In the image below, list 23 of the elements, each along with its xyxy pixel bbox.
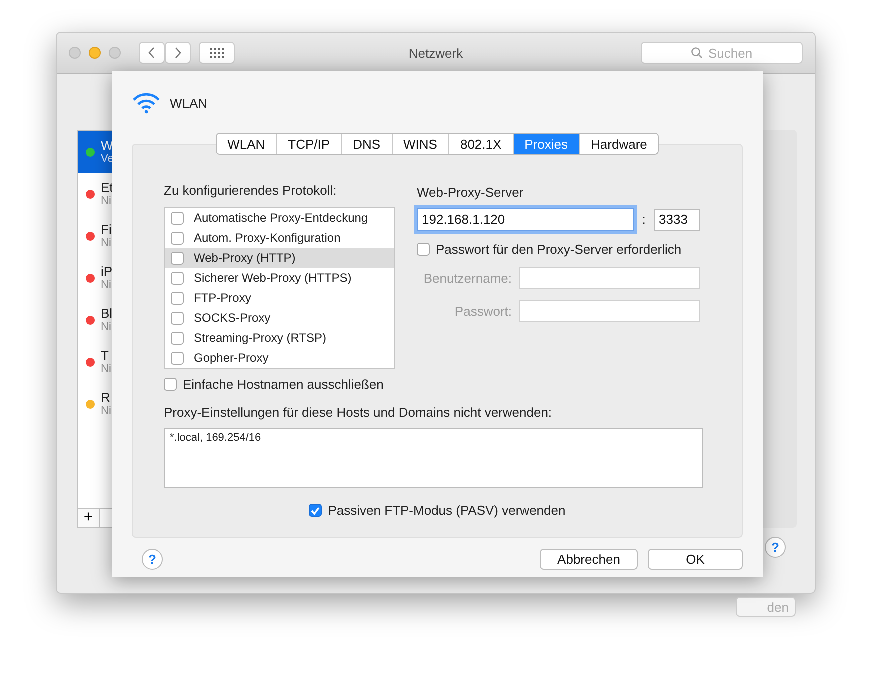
- checkbox-label: Passwort für den Proxy-Server erforderlich: [436, 242, 682, 257]
- checkbox-label: Einfache Hostnamen ausschließen: [183, 377, 384, 392]
- service-name: Bl: [101, 306, 113, 321]
- service-name: R: [101, 390, 112, 405]
- sheet-title: WLAN: [170, 96, 208, 110]
- service-status: Ni: [101, 237, 112, 250]
- service-name: T: [101, 348, 110, 363]
- bypass-label: Proxy-Einstellungen für diese Hosts und Domains nicht verwenden:: [164, 405, 554, 421]
- service-name: Et: [101, 180, 114, 195]
- service-name: iP: [101, 264, 113, 279]
- service-status: Ni: [101, 363, 112, 376]
- window-title: Netzwerk: [408, 46, 464, 60]
- checkbox-label: Passiven FTP-Modus (PASV) verwenden: [328, 503, 566, 518]
- service-status: Ni: [101, 195, 112, 208]
- separator: :: [641, 212, 647, 227]
- protocol-label: Zu konfigurierendes Protokoll:: [164, 183, 338, 199]
- server-label: Web-Proxy-Server: [417, 185, 525, 201]
- service-name: Fi: [101, 222, 112, 237]
- password-label: Passwort:: [454, 304, 512, 318]
- service-status: Ni: [101, 321, 112, 334]
- username-label: Benutzername:: [422, 270, 512, 286]
- service-status: Ni: [101, 279, 112, 292]
- service-status: Ni: [101, 405, 112, 418]
